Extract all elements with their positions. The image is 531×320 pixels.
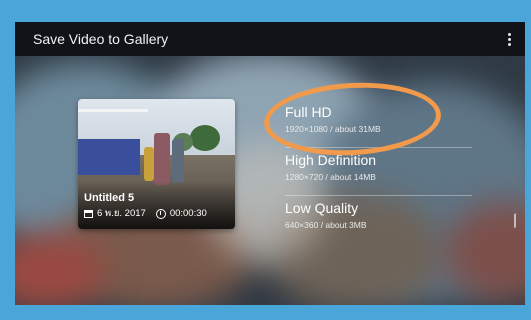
video-thumbnail[interactable]: Untitled 5 6 พ.ย. 2017 00:00:30 [78,99,235,229]
option-name: Low Quality [285,200,359,216]
more-vertical-icon[interactable] [499,28,519,50]
option-high-definition[interactable]: High Definition 1280×720 / about 14MB [285,147,472,195]
title-bar: Save Video to Gallery [15,22,525,56]
save-video-dialog: Save Video to Gallery Untitled 5 6 พ.ย. … [15,22,525,305]
video-meta: 6 พ.ย. 2017 00:00:30 [84,206,207,221]
dialog-title: Save Video to Gallery [33,31,169,47]
option-detail: 640×360 / about 3MB [285,220,367,230]
video-title: Untitled 5 [84,192,135,204]
option-low-quality[interactable]: Low Quality 640×360 / about 3MB [285,195,472,243]
clock-icon [155,208,166,219]
option-detail: 1280×720 / about 14MB [285,172,376,182]
video-duration: 00:00:30 [169,208,207,219]
video-date: 6 พ.ย. 2017 [97,208,146,219]
calendar-icon [84,209,93,218]
